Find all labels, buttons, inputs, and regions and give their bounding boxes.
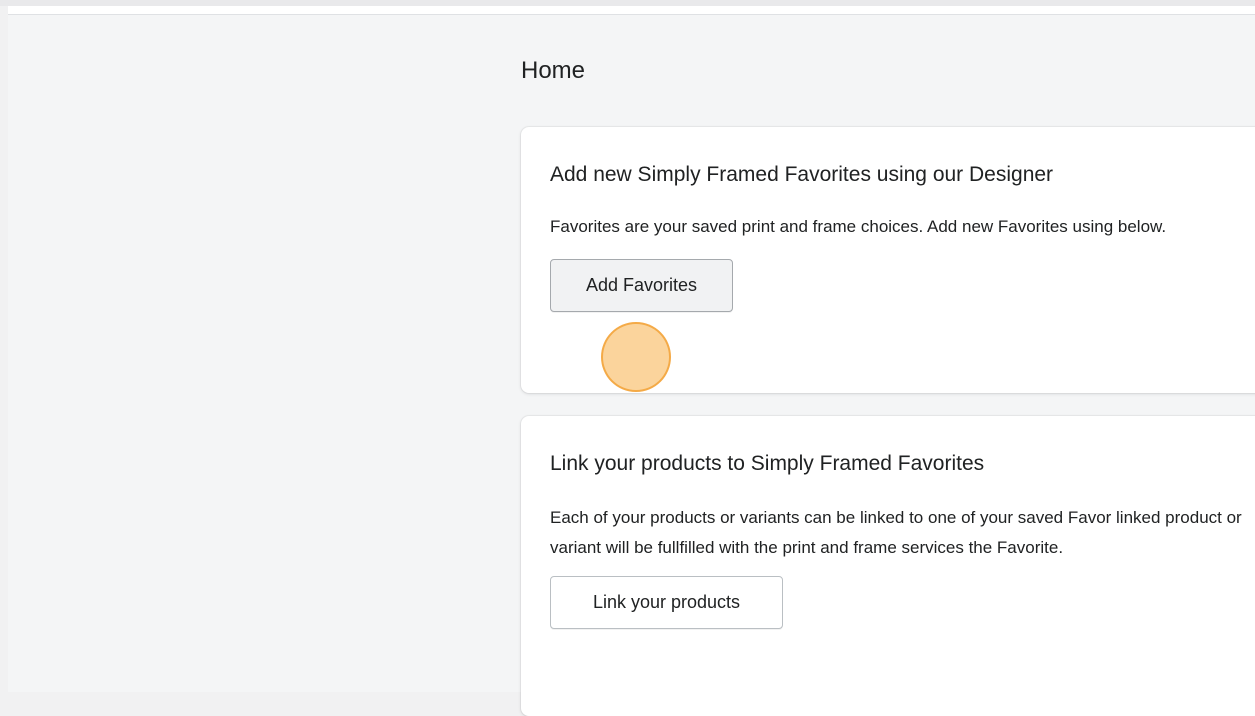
header-bar: [8, 6, 1255, 14]
link-products-button[interactable]: Link your products: [550, 576, 783, 629]
link-products-card: Link your products to Simply Framed Favo…: [521, 416, 1255, 716]
link-products-card-title: Link your products to Simply Framed Favo…: [550, 452, 985, 475]
add-favorites-card-title: Add new Simply Framed Favorites using ou…: [550, 163, 1054, 186]
add-favorites-card: Add new Simply Framed Favorites using ou…: [521, 127, 1255, 393]
add-favorites-button[interactable]: Add Favorites: [550, 259, 733, 312]
page-title: Home: [521, 57, 586, 84]
add-favorites-card-description: Favorites are your saved print and frame…: [550, 217, 1167, 236]
link-products-card-description: Each of your products or variants can be…: [550, 508, 1242, 557]
